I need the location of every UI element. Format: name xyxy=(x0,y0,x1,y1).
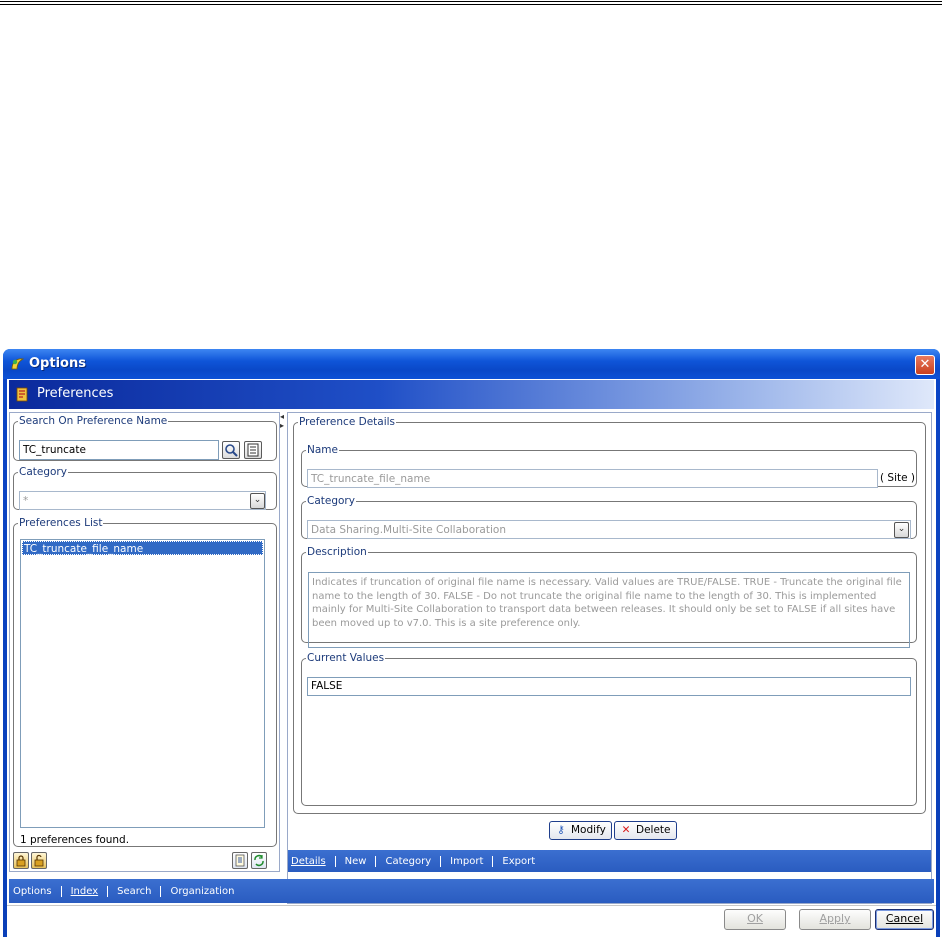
delete-button[interactable]: ✕ Delete xyxy=(614,821,677,840)
search-legend: Search On Preference Name xyxy=(19,415,168,427)
name-group: Name TC_truncate_file_name ( Site ) xyxy=(301,444,917,488)
refresh-button[interactable] xyxy=(251,852,267,869)
name-legend: Name xyxy=(307,444,338,456)
chevron-down-icon: ⌄ xyxy=(897,524,906,534)
document-rule-top xyxy=(0,1,942,2)
left-pane: Search On Preference Name TC_truncate Ca… xyxy=(9,412,280,872)
chevron-down-icon: ⌄ xyxy=(253,495,262,505)
right-pane: Preference Details Name TC_truncate_file… xyxy=(287,412,932,904)
preferences-count-status: 1 preferences found. xyxy=(20,834,130,846)
window-client-area: Preferences Search On Preference Name TC… xyxy=(7,379,936,937)
description-group: Description Indicates if truncation of o… xyxy=(301,546,917,648)
search-button[interactable] xyxy=(222,441,240,459)
cancel-button[interactable]: Cancel xyxy=(875,909,934,930)
preferences-icon xyxy=(16,387,28,402)
tab-search[interactable]: Search xyxy=(108,885,162,897)
close-button[interactable]: ✕ xyxy=(915,355,935,375)
tab-index[interactable]: Index xyxy=(62,885,109,897)
browse-list-button[interactable] xyxy=(244,441,262,459)
category-filter-select[interactable]: * xyxy=(19,491,266,510)
document-icon xyxy=(235,854,245,867)
name-field: TC_truncate_file_name xyxy=(307,469,878,488)
key-icon: ⚷ xyxy=(557,824,565,836)
current-values-legend: Current Values xyxy=(307,652,385,664)
category-filter-legend: Category xyxy=(19,466,67,478)
current-value-row[interactable]: FALSE xyxy=(307,677,911,696)
unlock-icon xyxy=(34,854,44,867)
page-title: Preferences xyxy=(37,386,114,401)
refresh-icon xyxy=(254,854,264,867)
list-item[interactable]: TC_truncate_file_name xyxy=(22,541,263,555)
footer-divider xyxy=(7,905,936,906)
document-rule-bottom xyxy=(0,4,942,5)
splitter-collapse-arrow[interactable]: ◂ ▸ xyxy=(280,412,286,430)
category-legend: Category xyxy=(307,495,355,507)
preference-details-group: Preference Details Name TC_truncate_file… xyxy=(293,416,926,814)
category-select: Data Sharing.Multi-Site Collaboration xyxy=(307,520,911,539)
unlock-button[interactable] xyxy=(31,852,47,869)
preference-details-legend: Preference Details xyxy=(299,416,396,428)
options-window: Options ✕ Preferences Search On Preferen… xyxy=(3,349,940,937)
preferences-header: Preferences xyxy=(9,380,934,409)
tab-organization[interactable]: Organization xyxy=(161,886,243,897)
search-group: Search On Preference Name TC_truncate xyxy=(13,415,277,461)
category-filter-group: Category * ⌄ xyxy=(13,466,277,510)
lock-icon xyxy=(16,855,26,867)
magnifier-icon xyxy=(225,444,238,457)
tab-category[interactable]: Category xyxy=(376,855,442,867)
search-input[interactable]: TC_truncate xyxy=(19,440,219,460)
cancel-label: Cancel xyxy=(885,912,924,925)
close-icon: ✕ xyxy=(919,357,931,372)
details-tab-bar: Details New Category Import Export xyxy=(288,850,931,872)
export-list-button[interactable] xyxy=(232,852,248,869)
current-values-group: Current Values FALSE xyxy=(301,652,917,806)
list-icon xyxy=(247,443,259,457)
app-logo-icon xyxy=(11,358,25,370)
category-group: Category Data Sharing.Multi-Site Collabo… xyxy=(301,495,917,539)
delete-label: Delete xyxy=(636,824,671,836)
title-bar[interactable]: Options ✕ xyxy=(3,349,940,379)
lock-button[interactable] xyxy=(13,852,29,869)
description-legend: Description xyxy=(307,546,367,558)
red-x-icon: ✕ xyxy=(621,824,631,836)
preferences-list-group: Preferences List TC_truncate_file_name 1… xyxy=(13,517,277,847)
options-tab-bar: Options Index Search Organization xyxy=(9,879,934,903)
ok-button: OK xyxy=(724,909,786,930)
description-text: Indicates if truncation of original file… xyxy=(308,572,910,648)
modify-button[interactable]: ⚷ Modify xyxy=(549,821,612,840)
ok-label: OK xyxy=(747,912,763,925)
preferences-list-legend: Preferences List xyxy=(19,517,103,529)
preferences-listbox[interactable]: TC_truncate_file_name xyxy=(20,539,265,828)
tab-new[interactable]: New xyxy=(336,855,377,867)
tab-export[interactable]: Export xyxy=(493,856,544,867)
tab-options[interactable]: Options xyxy=(9,885,62,897)
apply-button: Apply xyxy=(799,909,871,930)
category-filter-dropdown-button[interactable]: ⌄ xyxy=(250,493,265,509)
category-dropdown-button: ⌄ xyxy=(894,522,909,538)
tab-import[interactable]: Import xyxy=(441,855,494,867)
scope-label: ( Site ) xyxy=(880,472,916,484)
modify-label: Modify xyxy=(571,824,606,836)
tab-details[interactable]: Details xyxy=(288,855,336,867)
apply-label: Apply xyxy=(819,912,851,925)
window-title: Options xyxy=(29,356,86,371)
